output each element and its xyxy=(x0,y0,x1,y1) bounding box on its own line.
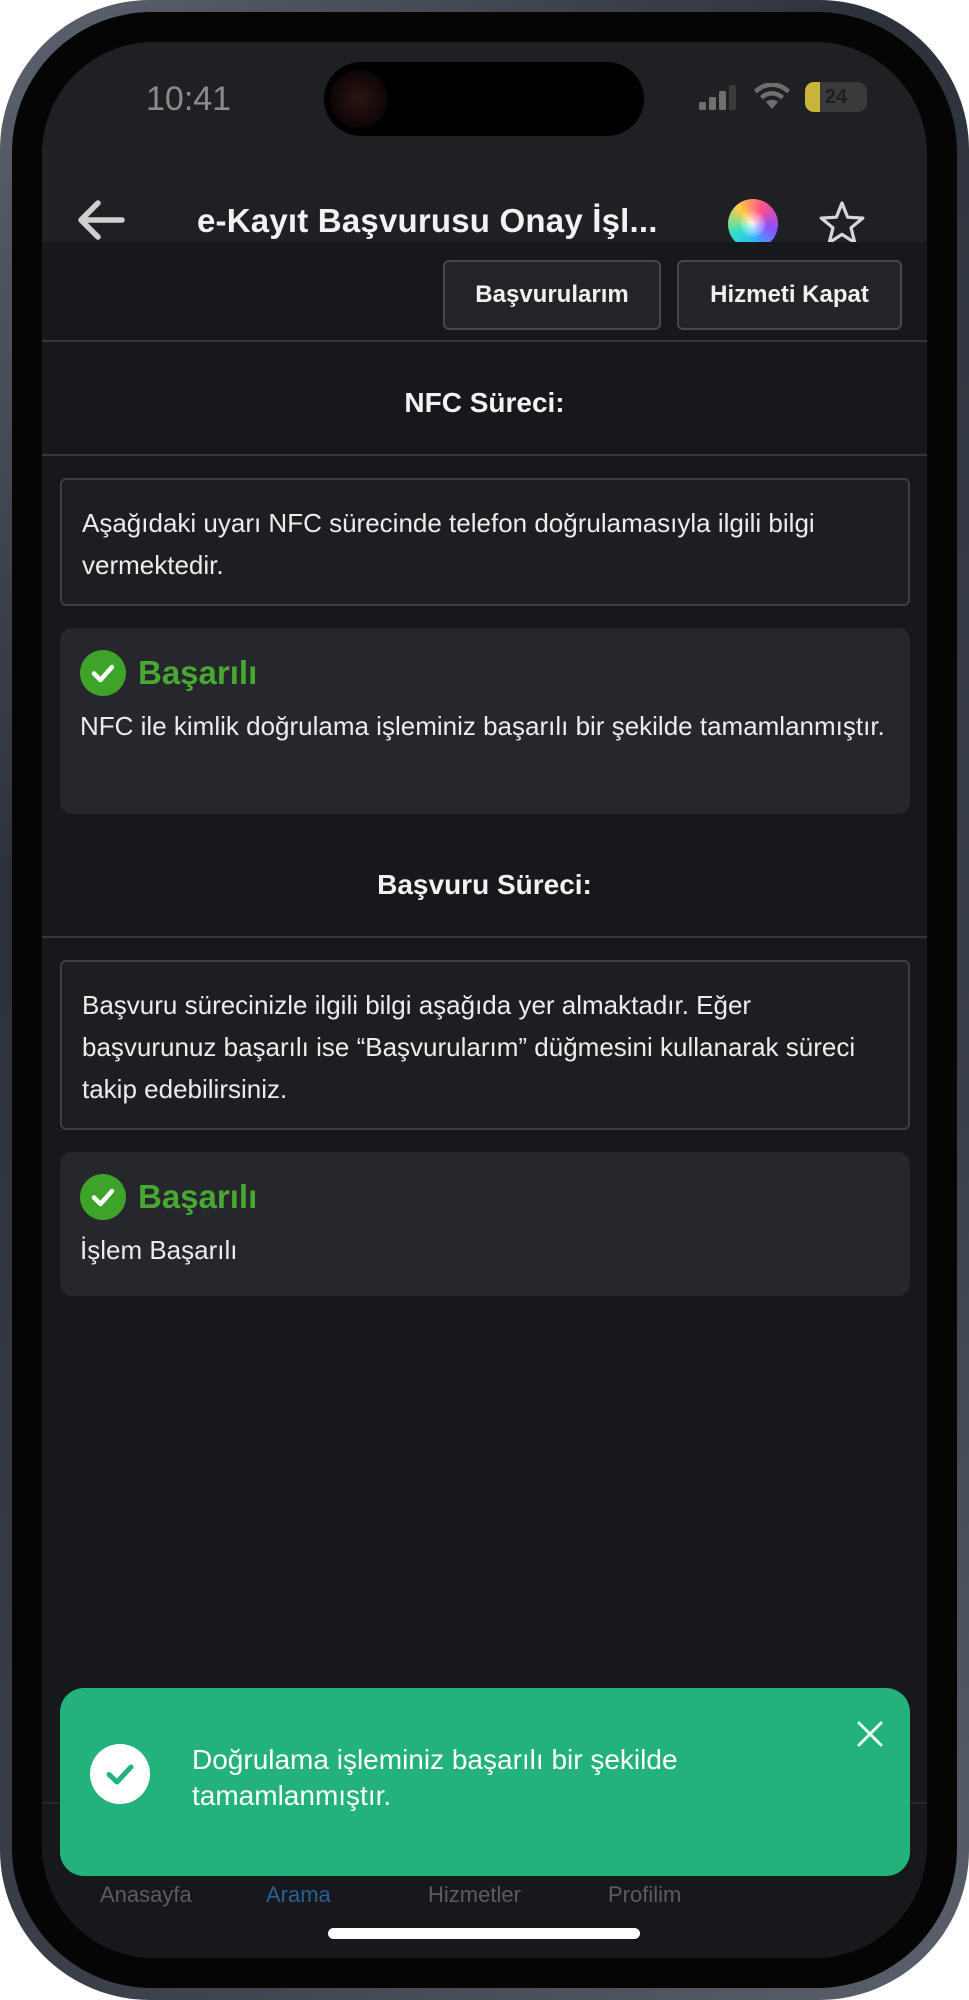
dynamic-island xyxy=(324,62,644,136)
nfc-success-card: Başarılı NFC ile kimlik doğrulama işlemi… xyxy=(60,628,910,814)
status-indicators: 24 xyxy=(699,82,867,112)
application-info-box: Başvuru sürecinizle ilgili bilgi aşağıda… xyxy=(60,960,910,1130)
close-icon[interactable] xyxy=(850,1714,890,1754)
battery-percent: 24 xyxy=(824,85,848,108)
battery-fill xyxy=(805,82,820,112)
tab-services[interactable]: Hizmetler xyxy=(428,1882,521,1908)
front-camera-icon xyxy=(330,70,388,128)
application-status-title: Başarılı xyxy=(138,1178,258,1215)
battery-indicator: 24 xyxy=(805,82,867,112)
status-time: 10:41 xyxy=(146,80,232,118)
toast-check-icon xyxy=(90,1744,150,1804)
section-divider xyxy=(42,936,927,938)
home-indicator[interactable] xyxy=(328,1928,640,1939)
tab-profile[interactable]: Profilim xyxy=(608,1882,681,1908)
toast-message: Doğrulama işleminiz başarılı bir şekilde… xyxy=(192,1744,678,1811)
application-status-text: İşlem Başarılı xyxy=(80,1235,238,1265)
nfc-section-title: NFC Süreci: xyxy=(404,387,565,418)
success-toast: Doğrulama işleminiz başarılı bir şekilde… xyxy=(60,1688,910,1876)
section-divider xyxy=(42,454,927,456)
application-section-title: Başvuru Süreci: xyxy=(377,869,592,900)
page-title: e-Kayıt Başvurusu Onay İşl... xyxy=(197,202,658,239)
nfc-info-box: Aşağıdaki uyarı NFC sürecinde telefon do… xyxy=(60,478,910,606)
applications-button[interactable]: Başvurularım xyxy=(443,260,661,330)
application-success-header: Başarılı xyxy=(80,1172,890,1222)
arrow-left-icon[interactable] xyxy=(70,194,130,246)
close-service-button[interactable]: Hizmeti Kapat xyxy=(677,260,902,330)
nfc-status-text: NFC ile kimlik doğrulama işleminiz başar… xyxy=(80,711,885,741)
nfc-status-title: Başarılı xyxy=(138,654,258,691)
app-screen: 10:41 24 e-Kayıt Başvurusu Onay İşl... B… xyxy=(42,42,927,1958)
check-circle-icon xyxy=(80,1174,126,1220)
tab-home[interactable]: Anasayfa xyxy=(100,1882,192,1908)
tab-search[interactable]: Arama xyxy=(266,1882,331,1908)
action-bar: Başvurularım Hizmeti Kapat xyxy=(42,242,927,342)
check-circle-icon xyxy=(80,650,126,696)
application-success-card: Başarılı İşlem Başarılı xyxy=(60,1152,910,1296)
nfc-success-header: Başarılı xyxy=(80,648,890,698)
wifi-icon xyxy=(754,83,790,109)
signal-bars-icon xyxy=(699,85,736,110)
